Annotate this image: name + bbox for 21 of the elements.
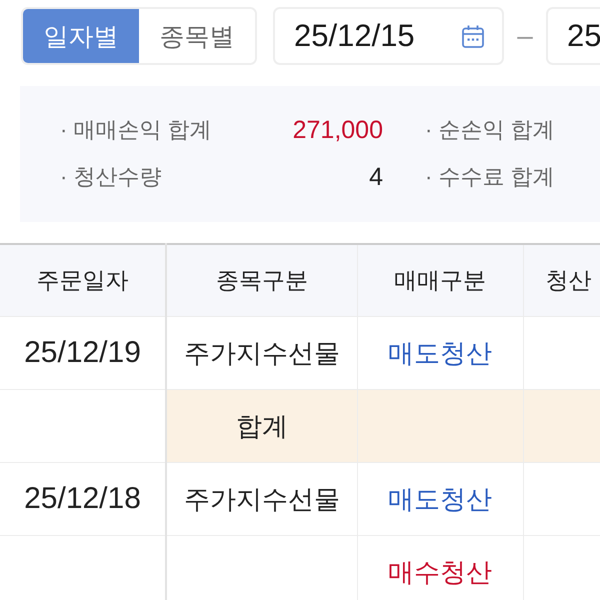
date-field[interactable]: 25/12/15 [273, 7, 504, 65]
subtotal-cell: 합계 [166, 390, 357, 462]
table-cell: 매도청산 [357, 462, 523, 536]
table-cell: 25/12/19 [0, 316, 166, 390]
summary-label: · 매매손익 합계 [60, 116, 212, 144]
summary-value: 271,000 [292, 116, 383, 144]
summary-label: · 수수료 합계 [425, 163, 555, 191]
column-header: 청산 [523, 244, 600, 316]
table-cell: 매수청산 [357, 536, 523, 600]
date-field[interactable]: 25 [546, 7, 600, 65]
column-header: 종목구분 [166, 244, 357, 316]
summary-label: · 청산수량 [60, 163, 162, 191]
summary-value: 4 [369, 162, 383, 192]
table-cell: 주가지수선물 [166, 462, 357, 536]
tab[interactable]: 일자별 [23, 9, 139, 63]
table-cell: 25/12/18 [0, 462, 166, 536]
column-header: 매매구분 [357, 244, 523, 316]
column-header: 주문일자 [0, 244, 166, 316]
summary-label: · 순손익 합계 [425, 116, 555, 144]
calendar-icon[interactable] [462, 24, 484, 48]
range-separator: – [516, 20, 534, 52]
